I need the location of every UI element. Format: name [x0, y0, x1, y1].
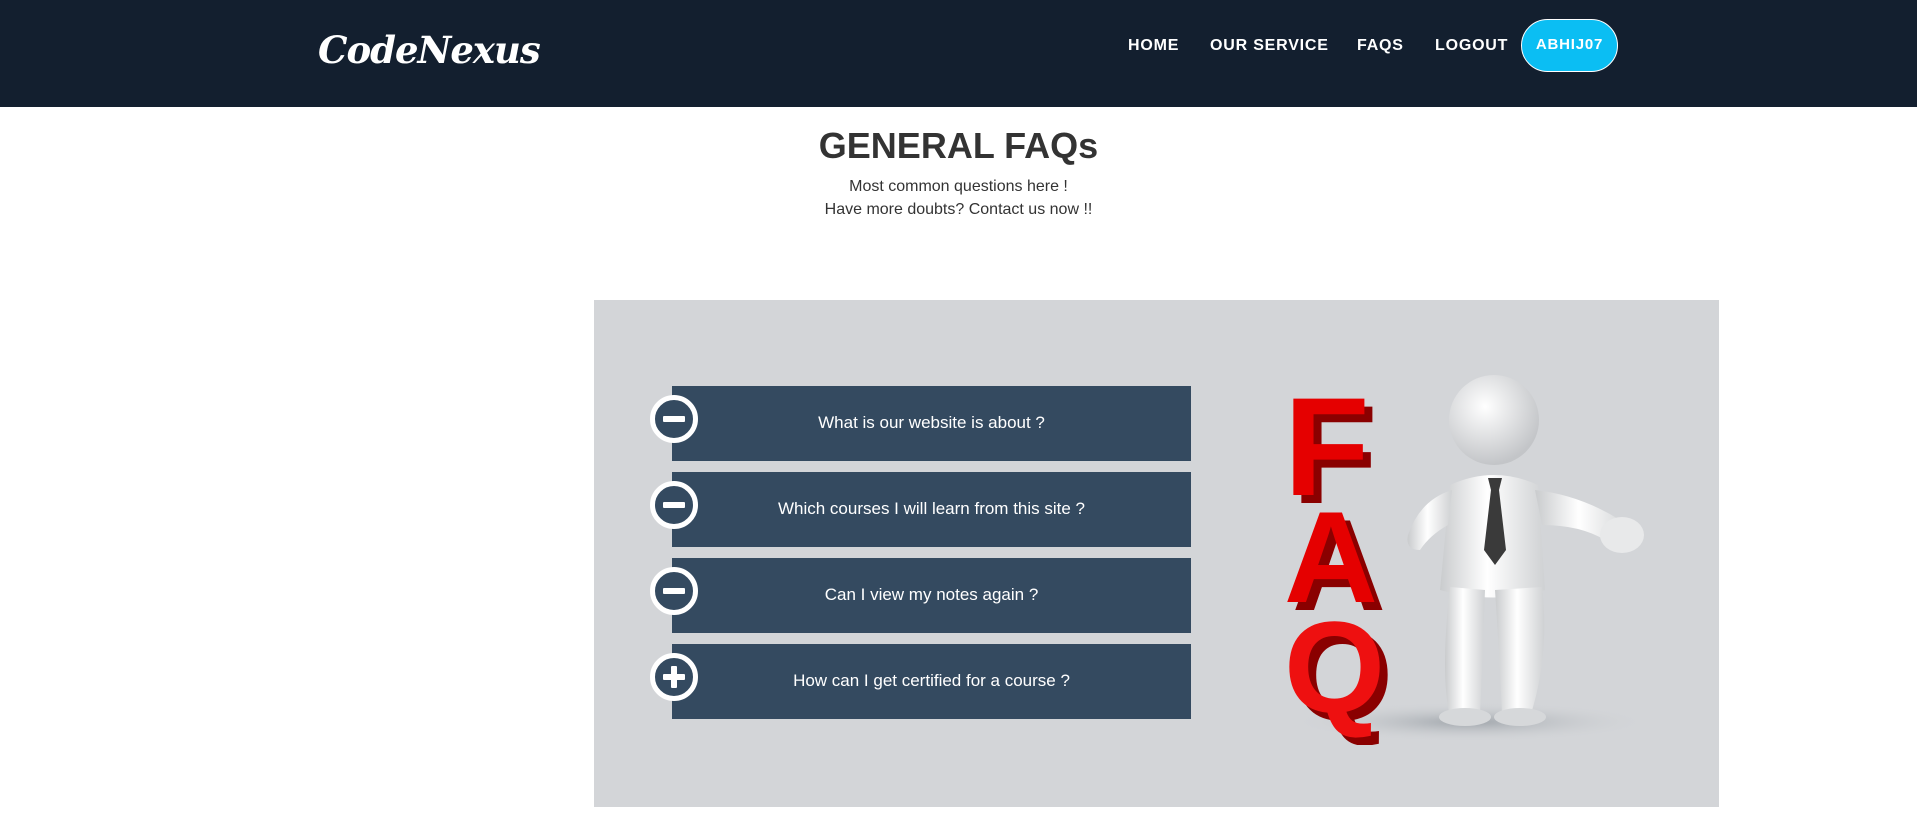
nav-our-service[interactable]: OUR SERVICE: [1210, 37, 1329, 55]
faq-question-3[interactable]: Can I view my notes again ?: [672, 558, 1191, 633]
faq-toggle-plus-icon[interactable]: [650, 653, 698, 701]
faq-illustration: F A Q F A Q: [1280, 368, 1665, 748]
faq-question-4[interactable]: How can I get certified for a course ?: [672, 644, 1191, 719]
navbar: CodeNexus HOME OUR SERVICE FAQS LOGOUT A…: [0, 0, 1917, 107]
faq-toggle-minus-icon[interactable]: [650, 481, 698, 529]
faq-question-1[interactable]: What is our website is about ?: [672, 386, 1191, 461]
nav-home[interactable]: HOME: [1128, 37, 1179, 55]
nav-faqs[interactable]: FAQS: [1357, 37, 1404, 55]
svg-text:Q: Q: [1284, 594, 1385, 740]
faq-question-text: Can I view my notes again ?: [824, 585, 1039, 604]
subtitle-line-2: Have more doubts? Contact us now !!: [824, 201, 1093, 218]
faq-question-text: What is our website is about ?: [818, 413, 1045, 432]
faq-toggle-minus-icon[interactable]: [650, 567, 698, 615]
nav-logout[interactable]: LOGOUT: [1435, 37, 1508, 55]
subtitle-line-1: Most common questions here !: [849, 178, 1068, 195]
faq-question-2[interactable]: Which courses I will learn from this sit…: [672, 472, 1191, 547]
page-title: GENERAL FAQs: [818, 125, 1099, 166]
faq-question-text: How can I get certified for a course ?: [793, 671, 1070, 690]
faq-toggle-minus-icon[interactable]: [650, 395, 698, 443]
user-profile-button[interactable]: ABHIJ07: [1521, 19, 1618, 72]
site-logo[interactable]: CodeNexus: [318, 28, 541, 72]
faq-question-text: Which courses I will learn from this sit…: [777, 499, 1086, 518]
